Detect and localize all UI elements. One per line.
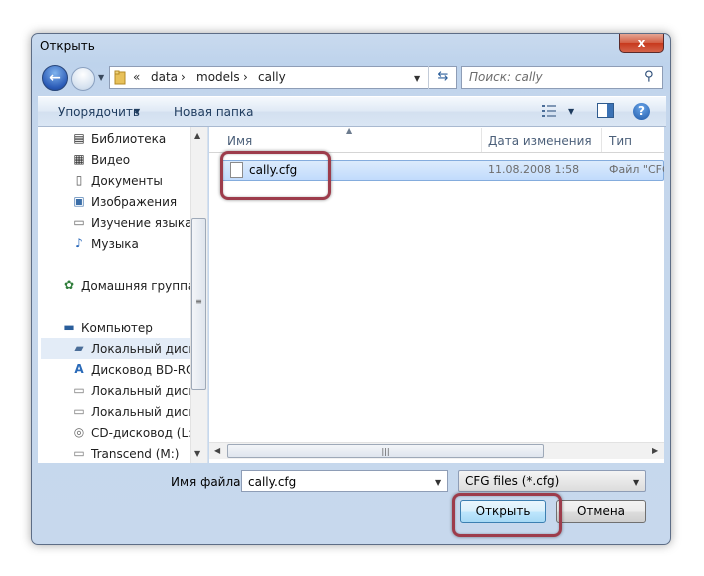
drive-icon: ▭ — [73, 404, 85, 418]
sidebar-item-bd-rom[interactable]: Дисковод BD-ROM — [91, 363, 206, 377]
column-header-type[interactable]: Тип — [609, 134, 632, 148]
sidebar-item-computer[interactable]: Компьютер — [81, 321, 153, 335]
sidebar-scroll-thumb[interactable]: ≡ — [191, 218, 206, 390]
search-icon[interactable]: ⚲ — [644, 69, 654, 84]
open-button-highlight — [452, 493, 562, 537]
arrow-left-icon: ← — [49, 70, 61, 86]
help-button[interactable]: ? — [633, 103, 650, 120]
sidebar-item-music[interactable]: Музыка — [91, 237, 139, 251]
cancel-button[interactable]: Отмена — [556, 500, 646, 523]
breadcrumb-separator[interactable]: › — [181, 70, 186, 84]
sidebar-item-local-disk-1[interactable]: Локальный диск ( — [91, 342, 204, 356]
sidebar-item-language[interactable]: Изучение языка — [91, 216, 192, 230]
preview-pane-icon[interactable] — [597, 103, 614, 118]
folder-icon — [114, 70, 126, 85]
cd-drive-icon: ◎ — [73, 425, 85, 439]
breadcrumb-item-data[interactable]: data — [151, 70, 178, 84]
refresh-icon: ⇆ — [437, 69, 449, 84]
new-folder-button[interactable]: Новая папка — [174, 105, 253, 119]
views-dropdown-icon[interactable]: ▼ — [568, 107, 574, 116]
breadcrumb-item-cally[interactable]: cally — [258, 70, 286, 84]
file-highlight — [220, 151, 331, 200]
column-header-date[interactable]: Дата изменения — [488, 134, 592, 148]
filetype-dropdown-icon[interactable]: ▼ — [633, 478, 639, 487]
sidebar-item-transcend[interactable]: Transcend (M:) — [91, 447, 180, 461]
sidebar-item-local-disk-3[interactable]: Локальный диск ( — [91, 405, 204, 419]
sidebar-item-video[interactable]: Видео — [91, 153, 130, 167]
scroll-down-icon[interactable]: ▼ — [194, 449, 200, 458]
library-folder-icon: ▭ — [73, 215, 85, 229]
column-header-name[interactable]: Имя — [227, 134, 252, 148]
filename-value[interactable]: cally.cfg — [248, 475, 296, 489]
video-icon: ▦ — [73, 152, 85, 166]
filetype-value[interactable]: CFG files (*.cfg) — [465, 474, 559, 488]
library-icon: ▤ — [73, 131, 85, 145]
dialog-title: Открыть — [40, 39, 95, 53]
column-divider[interactable] — [601, 128, 602, 152]
scroll-left-icon[interactable]: ◀ — [214, 446, 220, 455]
views-icon[interactable] — [542, 104, 556, 118]
back-button[interactable]: ← — [42, 65, 68, 91]
close-icon: x — [637, 36, 646, 50]
filename-label: Имя файла: — [171, 475, 245, 489]
documents-icon: ▯ — [75, 173, 83, 187]
file-type: Файл "CFG" — [609, 163, 664, 176]
scroll-right-icon[interactable]: ▶ — [652, 446, 658, 455]
computer-icon: ▬ — [63, 320, 75, 334]
sort-ascending-icon: ▲ — [346, 126, 353, 135]
bd-rom-icon: A — [74, 362, 84, 376]
column-header-bar — [209, 127, 664, 153]
horizontal-scroll-thumb[interactable]: ||| — [227, 444, 544, 458]
filename-dropdown-icon[interactable]: ▼ — [435, 478, 441, 487]
file-date: 11.08.2008 1:58 — [488, 163, 580, 176]
column-divider[interactable] — [481, 128, 482, 152]
system-drive-icon: ▰ — [74, 341, 84, 355]
address-dropdown-icon[interactable]: ▼ — [414, 74, 420, 83]
grip-icon: ||| — [381, 447, 390, 456]
organize-button[interactable]: Упорядочить — [58, 105, 140, 119]
refresh-button[interactable]: ⇆ — [428, 66, 457, 89]
pictures-icon: ▣ — [73, 194, 85, 208]
drive-icon: ▭ — [73, 383, 85, 397]
sidebar-item-cd-drive[interactable]: CD-дисковод (L:) — [91, 426, 197, 440]
sidebar-item-local-disk-2[interactable]: Локальный диск ( — [91, 384, 204, 398]
chevron-down-icon[interactable]: ▼ — [134, 107, 140, 116]
breadcrumb-separator[interactable]: › — [243, 70, 248, 84]
close-button[interactable]: x — [619, 34, 664, 53]
history-dropdown-icon[interactable]: ▼ — [98, 73, 104, 82]
music-icon: ♪ — [75, 236, 83, 250]
homegroup-icon: ✿ — [63, 278, 75, 292]
breadcrumb-item-models[interactable]: models — [196, 70, 240, 84]
usb-drive-icon: ▭ — [73, 446, 85, 460]
sidebar-item-pictures[interactable]: Изображения — [91, 195, 177, 209]
sidebar-item-documents[interactable]: Документы — [91, 174, 163, 188]
sidebar-item-homegroup[interactable]: Домашняя группа — [81, 279, 195, 293]
search-placeholder: Поиск: cally — [469, 70, 543, 84]
sidebar-item-library[interactable]: Библиотека — [91, 132, 166, 146]
forward-button[interactable] — [71, 67, 95, 91]
breadcrumb-overflow[interactable]: « — [133, 70, 140, 84]
scroll-up-icon[interactable]: ▲ — [194, 131, 200, 140]
grip-icon: ≡ — [195, 297, 202, 306]
